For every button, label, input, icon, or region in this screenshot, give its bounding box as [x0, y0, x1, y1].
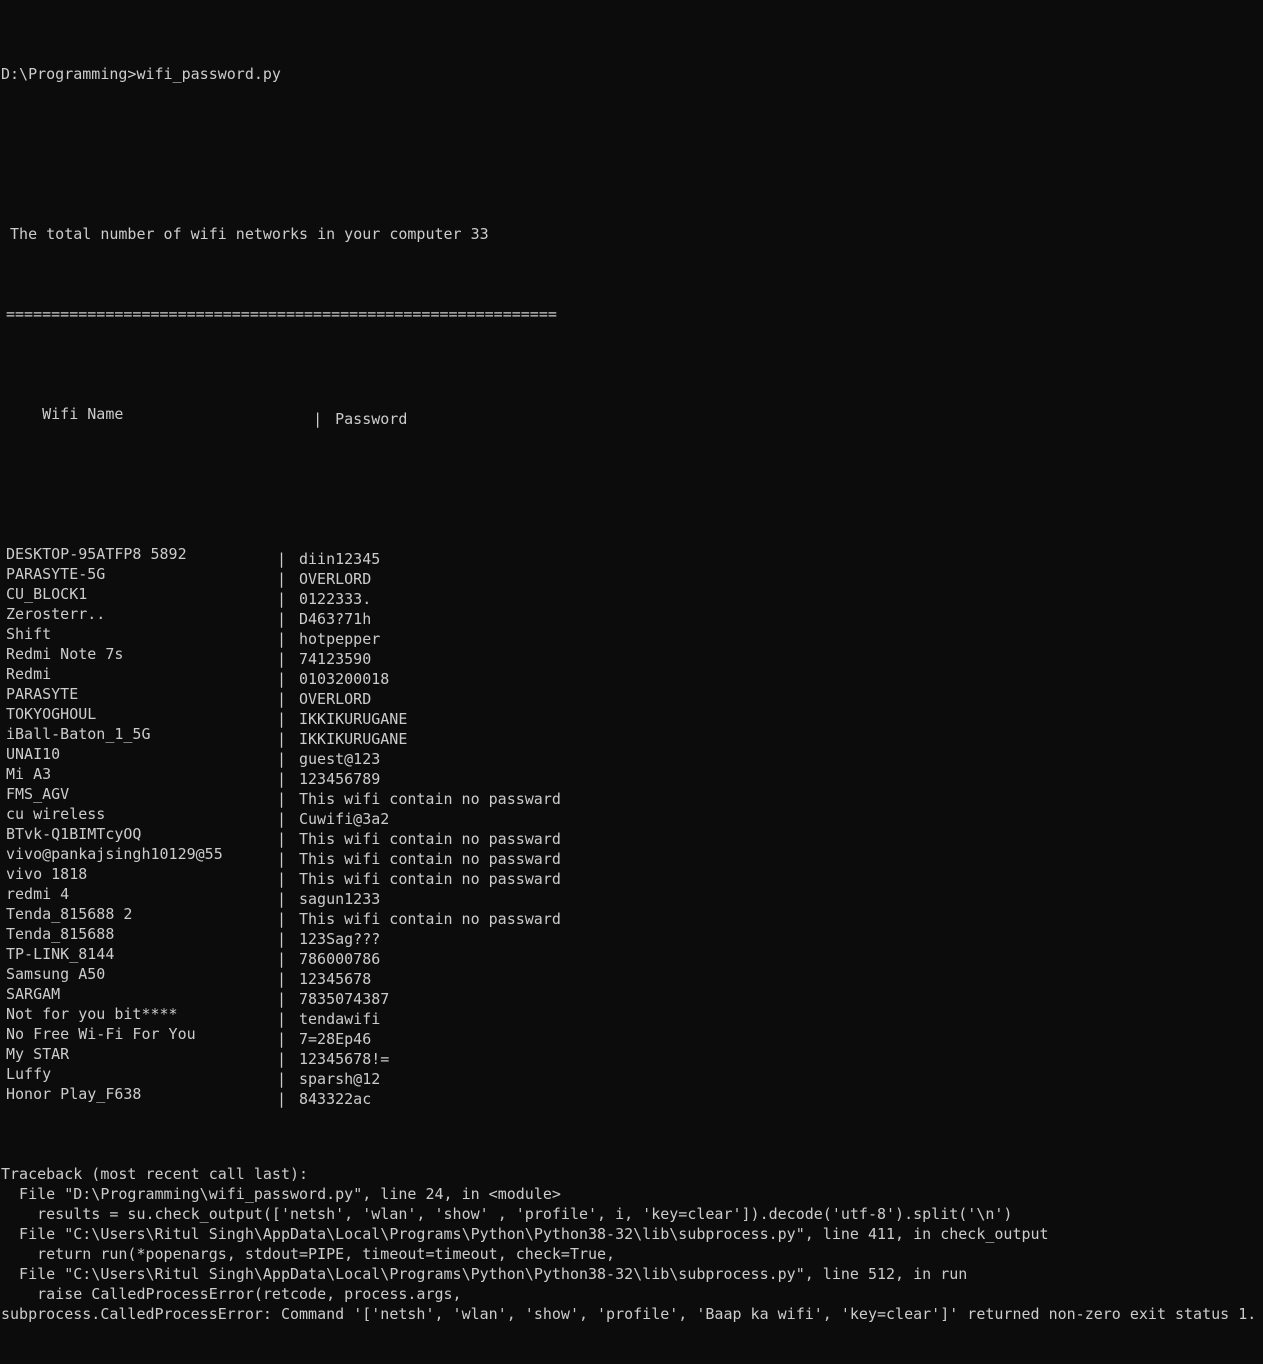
table-row: iBall-Baton_1_5G | IKKIKURUGANE [0, 724, 1263, 748]
wifi-name-cell: No Free Wi-Fi For You [6, 1025, 196, 1043]
wifi-name-cell: Redmi Note 7s [6, 645, 124, 663]
traceback-line: raise CalledProcessError(retcode, proces… [1, 1285, 462, 1303]
table-row: UNAI10 | guest@123 [0, 744, 1263, 768]
traceback-line: return run(*popenargs, stdout=PIPE, time… [1, 1245, 616, 1263]
table-row: Tenda_815688 | 123Sag??? [0, 924, 1263, 948]
table-header-row: Wifi Name | Password [0, 384, 1263, 428]
wifi-password-cell: 843322ac [299, 1090, 372, 1108]
wifi-name-cell: redmi 4 [6, 885, 70, 903]
table-row: Honor Play_F638 | 843322ac [0, 1084, 1263, 1108]
wifi-name-cell: Honor Play_F638 [6, 1085, 142, 1103]
wifi-name-cell: PARASYTE-5G [6, 565, 106, 583]
table-separator-rule: ========================================… [6, 305, 557, 323]
terminal-window[interactable]: D:\Programming>wifi_password.py The tota… [0, 0, 1263, 1323]
table-row: Luffy | sparsh@12 [0, 1064, 1263, 1088]
table-row: SARGAM | 7835074387 [0, 984, 1263, 1008]
wifi-name-cell: Mi A3 [6, 765, 52, 783]
traceback-line: File "C:\Users\Ritul Singh\AppData\Local… [1, 1265, 968, 1283]
table-row: Not for you bit**** | tendawifi [0, 1004, 1263, 1028]
traceback-line: results = su.check_output(['netsh', 'wla… [1, 1205, 1013, 1223]
wifi-name-cell: BTvk-Q1BIMTcyOQ [6, 825, 142, 843]
table-row: No Free Wi-Fi For You | 7=28Ep46 [0, 1024, 1263, 1048]
table-row: TP-LINK_8144 | 786000786 [0, 944, 1263, 968]
wifi-name-cell: TOKYOGHOUL [6, 705, 97, 723]
wifi-name-cell: My STAR [6, 1045, 70, 1063]
wifi-name-cell: Shift [6, 625, 52, 643]
table-row: Samsung A50 | 12345678 [0, 964, 1263, 988]
traceback-line: File "D:\Programming\wifi_password.py", … [1, 1185, 561, 1203]
table-row: vivo 1818 | This wifi contain no passward [0, 864, 1263, 888]
table-row: My STAR | 12345678!= [0, 1044, 1263, 1068]
python-traceback: Traceback (most recent call last): File … [0, 1164, 1263, 1324]
header-divider: | [313, 410, 323, 428]
wifi-name-cell: DESKTOP-95ATFP8 5892 [6, 545, 187, 563]
wifi-name-cell: Zerosterr.. [6, 605, 106, 623]
table-row: FMS_AGV | This wifi contain no passward [0, 784, 1263, 808]
table-row: Shift | hotpepper [0, 624, 1263, 648]
table-row: PARASYTE | OVERLORD [0, 684, 1263, 708]
wifi-name-cell: cu wireless [6, 805, 106, 823]
traceback-line: Traceback (most recent call last): [1, 1165, 309, 1183]
wifi-name-cell: PARASYTE [6, 685, 79, 703]
row-divider: | [277, 1090, 287, 1108]
table-row: PARASYTE-5G | OVERLORD [0, 564, 1263, 588]
wifi-name-cell: FMS_AGV [6, 785, 70, 803]
wifi-name-cell: vivo 1818 [6, 865, 88, 883]
table-row: Mi A3 | 123456789 [0, 764, 1263, 788]
wifi-name-cell: TP-LINK_8144 [6, 945, 115, 963]
command-prompt-line: D:\Programming>wifi_password.py [1, 65, 281, 83]
wifi-name-cell: Tenda_815688 [6, 925, 115, 943]
table-row: DESKTOP-95ATFP8 5892 | diin12345 [0, 544, 1263, 568]
wifi-name-cell: Not for you bit**** [6, 1005, 178, 1023]
header-password: Password [335, 410, 408, 428]
wifi-name-cell: Samsung A50 [6, 965, 106, 983]
wifi-name-cell: Tenda_815688 2 [6, 905, 133, 923]
table-row: CU_BLOCK1 | 0122333. [0, 584, 1263, 608]
wifi-name-cell: iBall-Baton_1_5G [6, 725, 151, 743]
table-row: Zerosterr.. | D463?71h [0, 604, 1263, 628]
wifi-name-cell: CU_BLOCK1 [6, 585, 88, 603]
table-row: TOKYOGHOUL | IKKIKURUGANE [0, 704, 1263, 728]
wifi-name-cell: vivo@pankajsingh10129@55 [6, 845, 223, 863]
table-row: redmi 4 | sagun1233 [0, 884, 1263, 908]
traceback-line: File "C:\Users\Ritul Singh\AppData\Local… [1, 1225, 1049, 1243]
table-row: Tenda_815688 2 | This wifi contain no pass… [0, 904, 1263, 928]
table-row: vivo@pankajsingh10129@55 | This wifi conta… [0, 844, 1263, 868]
table-row: cu wireless | Cuwifi@3a2 [0, 804, 1263, 828]
table-row: BTvk-Q1BIMTcyOQ | This wifi contain no pas… [0, 824, 1263, 848]
wifi-name-cell: SARGAM [6, 985, 61, 1003]
wifi-name-cell: Redmi [6, 665, 52, 683]
table-row: Redmi Note 7s | 74123590 [0, 644, 1263, 668]
wifi-name-cell: Luffy [6, 1065, 52, 1083]
wifi-table-body: DESKTOP-95ATFP8 5892 | diin12345 PARASYTE-5… [0, 544, 1263, 1108]
network-count-summary: The total number of wifi networks in you… [1, 225, 489, 243]
table-row: Redmi | 0103200018 [0, 664, 1263, 688]
wifi-name-cell: UNAI10 [6, 745, 61, 763]
header-wifi-name: Wifi Name [42, 405, 124, 423]
traceback-line: subprocess.CalledProcessError: Command '… [1, 1305, 1257, 1323]
